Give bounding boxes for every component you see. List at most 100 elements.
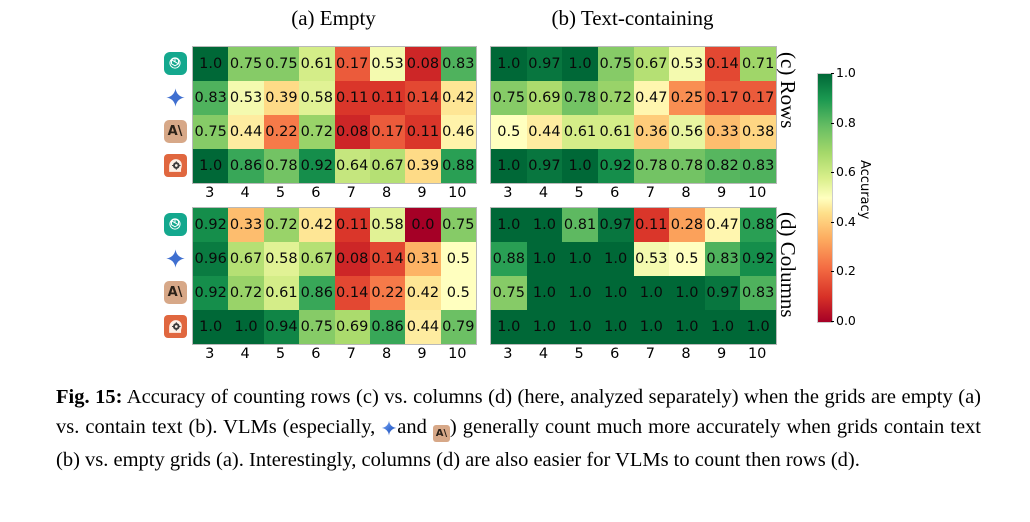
figure-number: Fig. 15: [56,386,123,408]
heatmap-cell: 0.11 [334,208,370,242]
human-head-gear-icon [163,314,187,338]
heatmap-columns-empty: 0.92 0.33 0.72 0.42 0.11 0.58 0.0 0.75 0.96 0.67 0… [192,207,477,345]
x-tick-label: 9 [716,185,727,201]
heatmap-cell: 0.5 [669,242,705,276]
x-tick-label: 5 [574,185,584,201]
heatmap-cell: 0.94 [263,310,300,344]
heatmap-cell: 0.22 [263,115,300,149]
colorbar-tick-mark [831,271,834,272]
heatmap-cell: 0.53 [669,47,705,81]
heatmap-cell: 1.0 [597,276,634,310]
figure-caption: Fig. 15: Accuracy of counting rows (c) v… [56,382,981,475]
colorbar-tick-label: 1.0 [836,65,856,80]
heatmap-cell: 0.5 [440,242,476,276]
heatmap-cell: 0.83 [193,81,229,115]
heatmap-cell: 0.44 [228,115,264,149]
heatmap-cell: 0.97 [597,208,634,242]
gemini-star-icon [164,86,187,109]
heatmap-cell: 0.86 [228,149,264,183]
heatmap-cell: 0.14 [405,81,441,115]
heatmap-cell: 0.75 [193,115,229,149]
heatmap-cell: 0.17 [369,115,406,149]
heatmap-cell: 0.47 [633,81,670,115]
x-tick-label: 10 [448,346,467,362]
heatmap-cell: 0.14 [334,276,370,310]
colorbar-title: Accuracy [857,160,872,220]
heatmap-cell: 1.0 [491,208,527,242]
x-tick-label: 3 [205,346,215,362]
x-tick-label: 5 [574,346,584,362]
xaxis-ticks-columns-text: 3 4 5 6 7 8 9 10 [490,346,775,362]
x-tick-label: 9 [417,346,427,362]
anthropic-icon: A\ [432,425,450,442]
heatmap-cell: 0.69 [334,310,370,344]
heatmap-cell: 0.58 [263,242,300,276]
gemini-star-icon [381,415,397,445]
heatmap-cell: 1.0 [562,149,598,183]
x-tick-label: 4 [538,185,549,201]
heatmap-cell: 0.22 [369,276,406,310]
x-tick-label: 7 [645,185,655,201]
heatmap-cell: 1.0 [633,276,670,310]
heatmap-cell: 0.17 [704,81,741,115]
heatmap-cell: 0.78 [263,149,300,183]
heatmap-cell: 0.79 [440,310,476,344]
heatmap-cell: 0.47 [704,208,741,242]
heatmap-cell: 0.96 [193,242,229,276]
colorbar-tick-label: 0.0 [836,313,856,328]
heatmap-cell: 0.75 [228,47,264,81]
heatmap-cell: 0.86 [299,276,335,310]
heatmap-rows-empty: 1.0 0.75 0.75 0.61 0.17 0.53 0.08 0.83 0.83 0.53 0… [192,46,477,184]
heatmap-cell: 0.69 [526,81,563,115]
heatmap-cell: 1.0 [193,149,229,183]
x-tick-label: 10 [747,346,767,362]
heatmap-cell: 0.11 [334,81,370,115]
heatmap-cell: 0.97 [526,149,563,183]
heatmap-cell: 1.0 [740,310,776,344]
caption-part-2: and [397,416,433,438]
heatmap-cell: 1.0 [526,310,563,344]
heatmap-cell: 0.14 [369,242,406,276]
heatmap-cell: 0.46 [440,115,476,149]
x-tick-label: 10 [747,185,767,201]
heatmap-cell: 0.38 [740,115,776,149]
heatmap-cell: 0.08 [334,115,370,149]
heatmap-cell: 1.0 [669,276,705,310]
x-tick-label: 6 [311,346,321,362]
heatmap-cell: 0.92 [740,242,776,276]
heatmap-cell: 0.11 [633,208,670,242]
colorbar-tick-mark [831,222,834,223]
xaxis-ticks-rows-empty: 3 4 5 6 7 8 9 10 [192,185,475,201]
x-tick-label: 10 [448,185,467,201]
heatmap-cell: 0.0 [405,208,441,242]
heatmap-cell: 0.83 [704,242,741,276]
heatmap-cell: 0.92 [299,149,335,183]
colorbar-tick-mark [831,123,834,124]
colorbar-tick-mark [831,321,834,322]
x-tick-label: 5 [275,346,286,362]
heatmap-cell: 0.33 [228,208,264,242]
heatmap-cell: 1.0 [193,47,229,81]
heatmap-cell: 0.78 [633,149,670,183]
heatmap-cell: 0.75 [597,47,634,81]
heatmap-cell: 0.67 [228,242,264,276]
x-tick-label: 7 [645,346,655,362]
heatmap-cell: 0.08 [405,47,441,81]
heatmap-cell: 0.44 [405,310,441,344]
heatmap-cell: 0.72 [597,81,634,115]
x-tick-label: 8 [681,346,691,362]
heatmap-columns-text: 1.0 1.0 0.81 0.97 0.11 0.28 0.47 0.88 0.88 1.0 1.0… [490,207,777,345]
heatmap-cell: 0.5 [491,115,527,149]
anthropic-icon: A\ [163,280,187,304]
heatmap-cell: 0.81 [562,208,598,242]
figure-panels: (a) Empty (b) Text-containing A\ A\ 1.0 0… [0,0,1030,380]
heatmap-cell: 0.31 [405,242,441,276]
heatmap-cell: 0.88 [491,242,527,276]
heatmap-cell: 0.64 [334,149,370,183]
x-tick-label: 4 [240,185,250,201]
heatmap-cell: 0.75 [491,81,527,115]
heatmap-cell: 0.88 [740,208,776,242]
xaxis-ticks-rows-text: 3 4 5 6 7 8 9 10 [490,185,775,201]
heatmap-cell: 0.61 [562,115,598,149]
x-tick-label: 3 [503,185,513,201]
